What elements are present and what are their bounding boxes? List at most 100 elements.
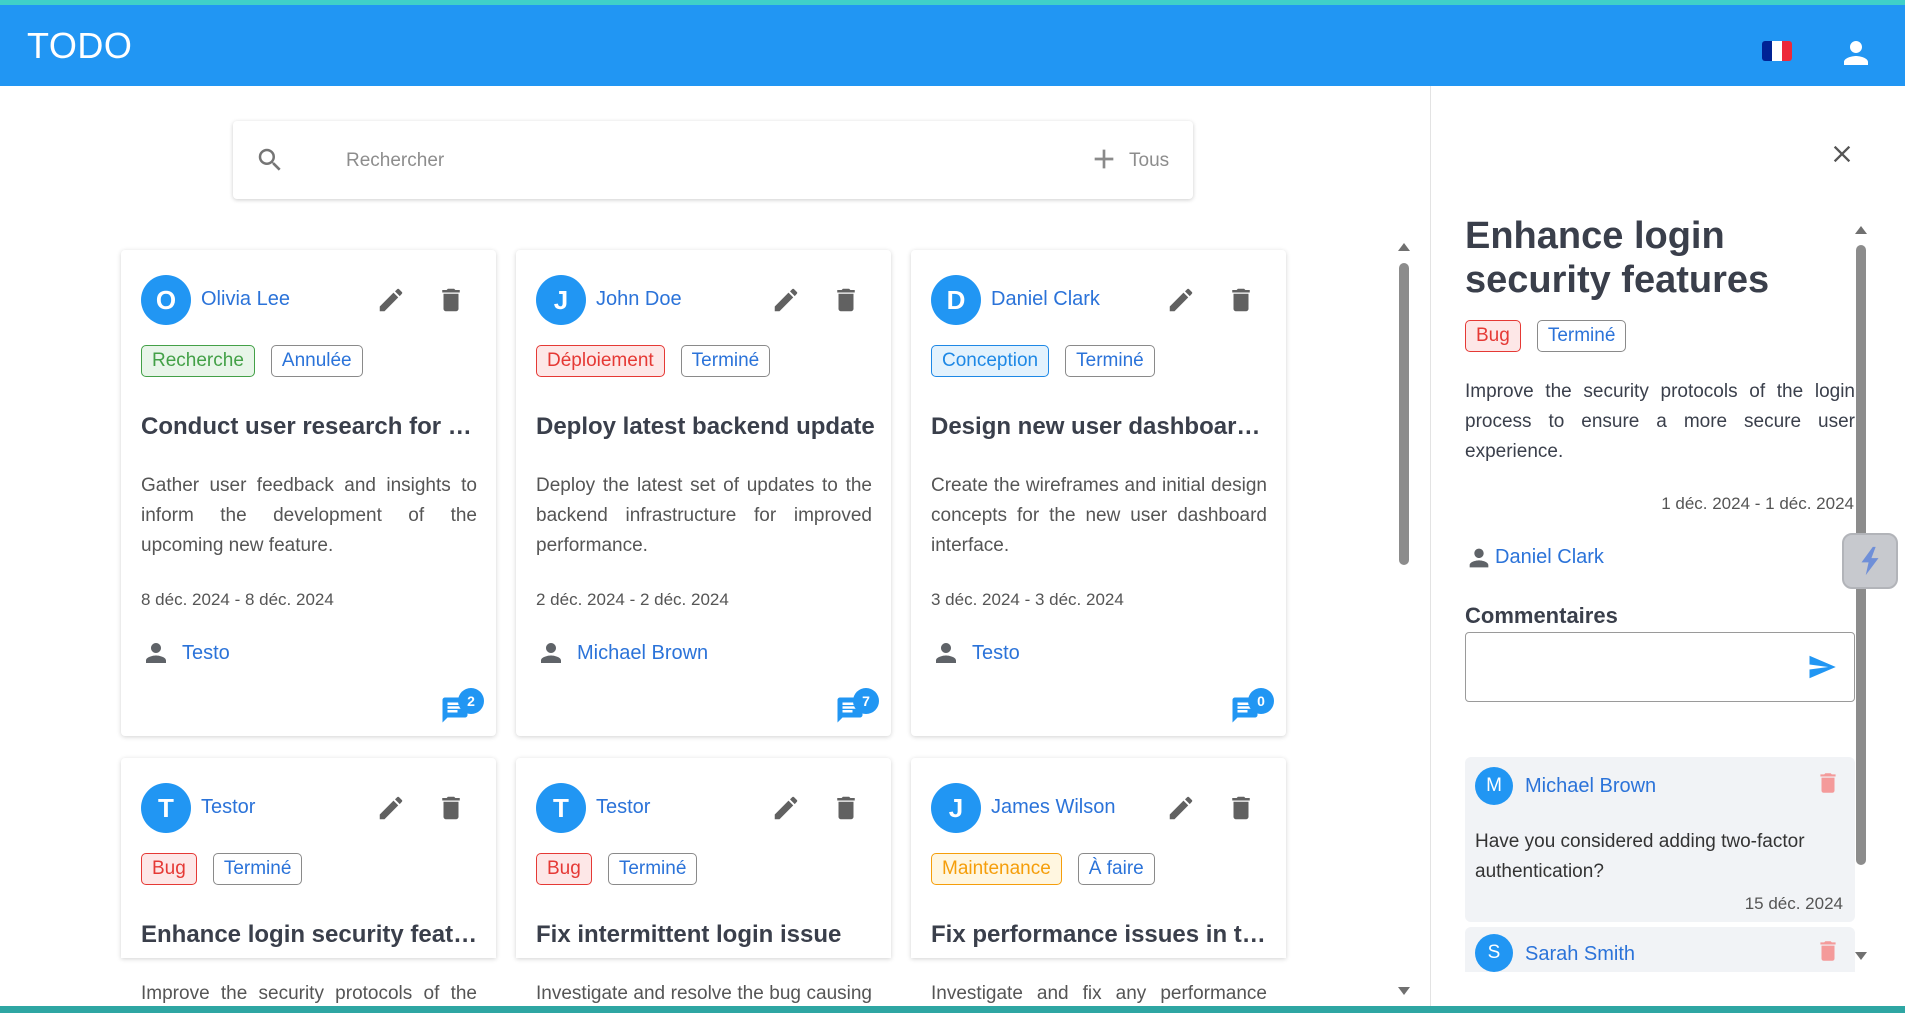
task-description: Create the wireframes and initial design… <box>931 475 1267 556</box>
task-dates: 3 déc. 2024 - 3 déc. 2024 <box>931 590 1124 609</box>
task-card[interactable]: D Daniel Clark Conception Terminé Design new… <box>911 250 1286 736</box>
account-icon[interactable] <box>1838 35 1874 71</box>
trash-icon[interactable] <box>436 793 466 823</box>
task-author[interactable]: Daniel Clark <box>991 288 1100 311</box>
category-chip: Déploiement <box>536 345 665 377</box>
comment-count-badge: 0 <box>1248 688 1274 714</box>
task-card[interactable]: T Testor Bug Terminé Enhance login security … <box>121 758 496 1004</box>
scroll-up-arrow[interactable] <box>1398 243 1410 251</box>
avatar: J <box>536 275 586 325</box>
task-title[interactable]: Enhance login security features <box>141 921 481 949</box>
comment-item: S Sarah Smith <box>1465 927 1855 972</box>
app-bar: TODO <box>0 5 1905 86</box>
status-chip: Terminé <box>1065 345 1155 377</box>
task-author[interactable]: Testor <box>201 796 255 819</box>
pencil-icon[interactable] <box>376 285 406 315</box>
trash-icon[interactable] <box>831 793 861 823</box>
task-author[interactable]: James Wilson <box>991 796 1115 819</box>
avatar: D <box>931 275 981 325</box>
task-title[interactable]: Design new user dashboard interface <box>931 413 1271 441</box>
detail-title: Enhance login security features <box>1465 215 1770 301</box>
comment-author[interactable]: Michael Brown <box>1525 775 1656 798</box>
french-flag-icon[interactable] <box>1762 41 1792 61</box>
task-assignee[interactable]: Michael Brown <box>577 642 708 665</box>
avatar: M <box>1475 767 1513 805</box>
task-title[interactable]: Conduct user research for new feature <box>141 413 481 441</box>
category-chip: Bug <box>141 853 197 885</box>
task-tags: Recherche Annulée <box>141 345 363 377</box>
pencil-icon[interactable] <box>771 285 801 315</box>
send-icon[interactable] <box>1806 652 1838 682</box>
trash-icon[interactable] <box>1815 937 1841 965</box>
trash-icon[interactable] <box>436 285 466 315</box>
avatar: T <box>536 783 586 833</box>
category-chip: Conception <box>931 345 1050 377</box>
comment-input[interactable] <box>1465 632 1855 702</box>
task-tags: Bug Terminé <box>141 853 303 885</box>
task-description: Deploy the latest set of updates to the … <box>536 475 872 556</box>
panel-scroll-up-arrow[interactable] <box>1855 226 1867 234</box>
status-chip: À faire <box>1077 853 1155 885</box>
task-tags: Bug Terminé <box>536 853 698 885</box>
task-author[interactable]: John Doe <box>596 288 682 311</box>
flag-stripe <box>1772 41 1782 61</box>
task-author[interactable]: Testor <box>596 796 650 819</box>
comment-count-badge: 2 <box>458 688 484 714</box>
category-chip: Recherche <box>141 345 255 377</box>
scrollbar-thumb[interactable] <box>1399 263 1409 565</box>
task-card[interactable]: J John Doe Déploiement Terminé Deploy latest… <box>516 250 891 736</box>
avatar: J <box>931 783 981 833</box>
comments-heading: Commentaires <box>1465 603 1618 628</box>
task-assignee[interactable]: Testo <box>182 642 230 665</box>
person-icon <box>1469 548 1489 568</box>
trash-icon[interactable] <box>1226 793 1256 823</box>
status-chip: Terminé <box>607 853 698 885</box>
task-title[interactable]: Deploy latest backend update <box>536 413 876 441</box>
flag-stripe <box>1782 41 1792 61</box>
pencil-icon[interactable] <box>1166 793 1196 823</box>
scroll-down-arrow[interactable] <box>1398 987 1410 995</box>
close-icon[interactable] <box>1828 140 1856 168</box>
pencil-icon[interactable] <box>771 793 801 823</box>
task-assignee[interactable]: Testo <box>972 642 1020 665</box>
comment-text: Have you considered adding two-factor au… <box>1475 831 1805 882</box>
floating-action-button[interactable] <box>1842 533 1898 589</box>
lightning-icon <box>1861 546 1879 576</box>
comment-count-badge: 7 <box>853 688 879 714</box>
bottom-accent-line <box>0 1006 1905 1013</box>
comment-item: M Michael Brown Have you considered addi… <box>1465 757 1855 922</box>
task-card[interactable]: O Olivia Lee Recherche Annulée Conduct user … <box>121 250 496 736</box>
task-list-area: Tous O Olivia Lee Recherche Annulée Conduct … <box>0 86 1430 1006</box>
comment-author[interactable]: Sarah Smith <box>1525 943 1635 966</box>
status-chip: Annulée <box>270 345 363 377</box>
task-description: Gather user feedback and insights to inf… <box>141 475 477 556</box>
trash-icon[interactable] <box>831 285 861 315</box>
detail-status-chip: Terminé <box>1536 320 1627 352</box>
category-chip: Maintenance <box>931 853 1062 885</box>
panel-scroll-down-arrow[interactable] <box>1855 952 1867 960</box>
trash-icon[interactable] <box>1815 769 1841 797</box>
trash-icon[interactable] <box>1226 285 1256 315</box>
category-chip: Bug <box>536 853 592 885</box>
task-card[interactable]: J James Wilson Maintenance À faire Fix perfo… <box>911 758 1286 1004</box>
detail-assignee[interactable]: Daniel Clark <box>1495 546 1604 569</box>
app-title: TODO <box>27 25 133 66</box>
comment-date: 15 déc. 2024 <box>1744 894 1843 913</box>
task-card[interactable]: T Testor Bug Terminé Fix intermittent login … <box>516 758 891 1004</box>
avatar: T <box>141 783 191 833</box>
task-title[interactable]: Fix performance issues in the applicatio… <box>931 921 1271 949</box>
task-tags: Conception Terminé <box>931 345 1155 377</box>
plus-icon[interactable] <box>1088 143 1120 175</box>
task-dates: 8 déc. 2024 - 8 déc. 2024 <box>141 590 334 609</box>
task-author[interactable]: Olivia Lee <box>201 288 290 311</box>
person-icon <box>541 643 561 663</box>
flag-stripe <box>1762 41 1772 61</box>
pencil-icon[interactable] <box>376 793 406 823</box>
avatar: O <box>141 275 191 325</box>
search-bar: Tous <box>233 121 1193 199</box>
filter-all-button[interactable]: Tous <box>1129 150 1169 172</box>
search-input[interactable] <box>346 139 946 183</box>
pencil-icon[interactable] <box>1166 285 1196 315</box>
detail-category-chip: Bug <box>1465 320 1521 352</box>
task-title[interactable]: Fix intermittent login issue <box>536 921 876 949</box>
